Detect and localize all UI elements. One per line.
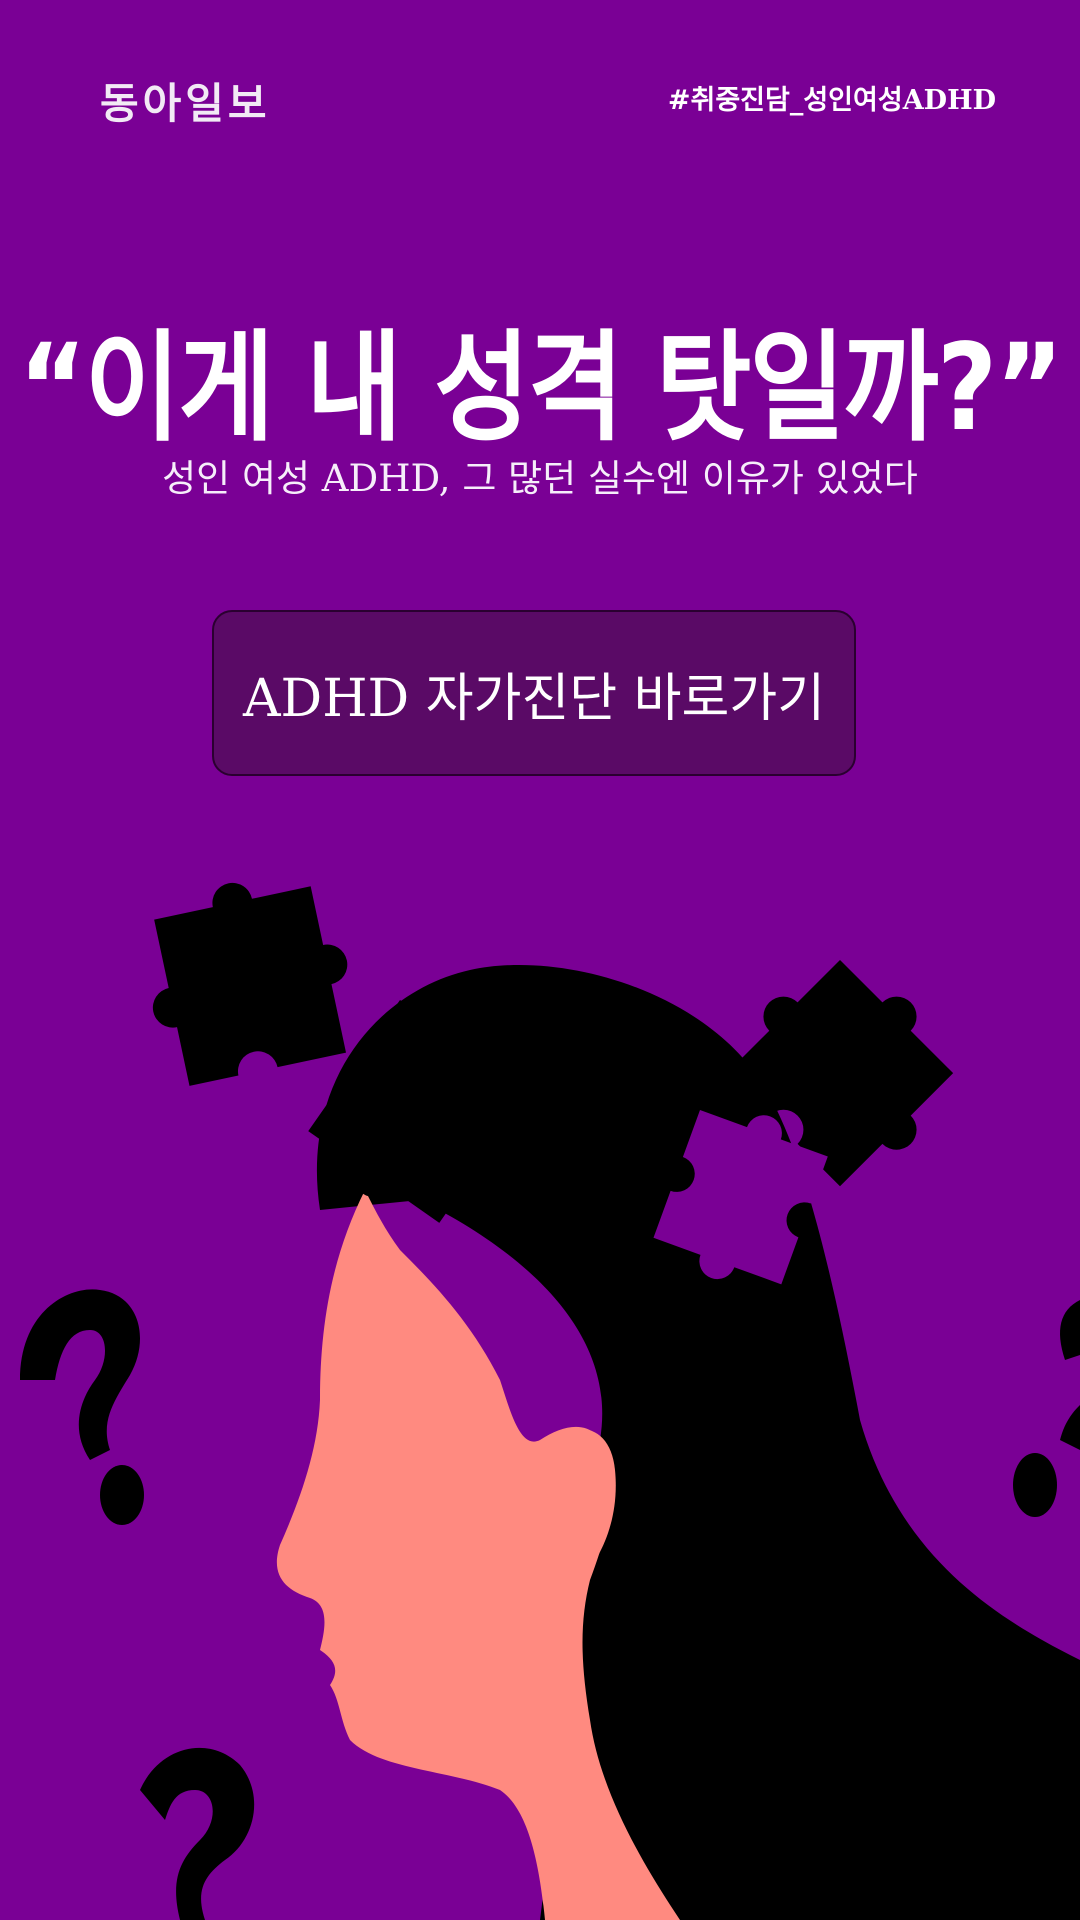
adhd-self-test-button[interactable]: ADHD 자가진단 바로가기 — [212, 610, 856, 776]
question-mark-icon — [140, 1747, 255, 1920]
headline: “이게 내 성격 탓일까?” — [18, 317, 1063, 458]
question-mark-icon — [1013, 1300, 1080, 1517]
hashtag-label: #취중진담_성인여성ADHD — [667, 85, 996, 116]
question-mark-icon — [20, 1289, 144, 1525]
puzzle-piece-icon — [152, 882, 348, 1086]
illustration — [20, 882, 1080, 1920]
logo[interactable]: 동아일보 — [100, 70, 271, 131]
subtitle: 성인 여성 ADHD, 그 많던 실수엔 이유가 있었다 — [162, 457, 918, 500]
